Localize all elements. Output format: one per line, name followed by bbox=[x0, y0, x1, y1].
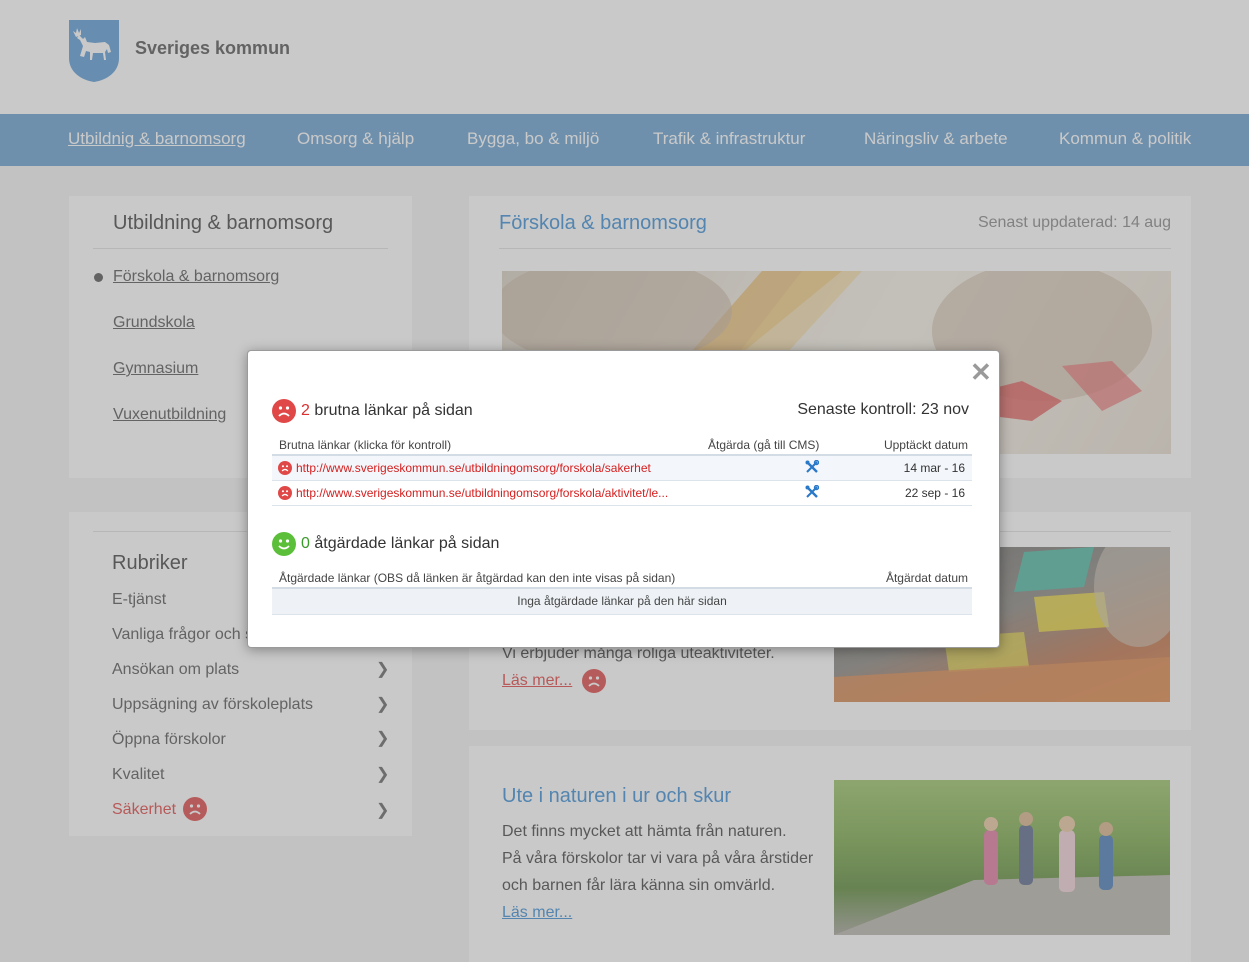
sad-face-icon bbox=[272, 399, 296, 423]
happy-face-icon bbox=[272, 532, 296, 556]
found-date: 14 mar - 16 bbox=[903, 461, 965, 475]
table-row: http://www.sverigeskommun.se/utbildningo… bbox=[272, 456, 972, 481]
last-check: Senaste kontroll: 23 nov bbox=[797, 401, 969, 418]
broken-count: 2 bbox=[301, 402, 310, 419]
broken-links-heading: 2 brutna länkar på sidan bbox=[301, 402, 473, 420]
table-row: http://www.sverigeskommun.se/utbildningo… bbox=[272, 481, 972, 506]
broken-label: brutna länkar på sidan bbox=[314, 402, 473, 419]
sad-face-icon bbox=[278, 486, 292, 500]
close-icon[interactable]: ✕ bbox=[970, 357, 992, 388]
empty-fixed-message: Inga åtgärdade länkar på den här sidan bbox=[272, 589, 972, 615]
found-date: 22 sep - 16 bbox=[904, 486, 965, 500]
col-fixed-date: Åtgärdat datum bbox=[885, 571, 968, 585]
fixed-count: 0 bbox=[301, 535, 310, 552]
fixed-links-heading: 0 åtgärdade länkar på sidan bbox=[301, 535, 499, 553]
broken-link[interactable]: http://www.sverigeskommun.se/utbildningo… bbox=[296, 486, 668, 500]
link-check-modal: ✕ 2 brutna länkar på sidan Senaste kontr… bbox=[247, 350, 1000, 648]
col-broken-links: Brutna länkar (klicka för kontroll) bbox=[279, 438, 452, 452]
fixed-label: åtgärdade länkar på sidan bbox=[314, 535, 500, 552]
wrench-icon[interactable] bbox=[805, 459, 820, 479]
col-found-date: Upptäckt datum bbox=[883, 438, 968, 452]
sad-face-icon bbox=[278, 461, 292, 475]
col-fixed-links: Åtgärdade länkar (OBS då länken är åtgär… bbox=[279, 571, 676, 585]
col-action: Åtgärda (gå till CMS) bbox=[708, 438, 820, 452]
broken-link[interactable]: http://www.sverigeskommun.se/utbildningo… bbox=[296, 461, 651, 475]
wrench-icon[interactable] bbox=[805, 484, 820, 504]
